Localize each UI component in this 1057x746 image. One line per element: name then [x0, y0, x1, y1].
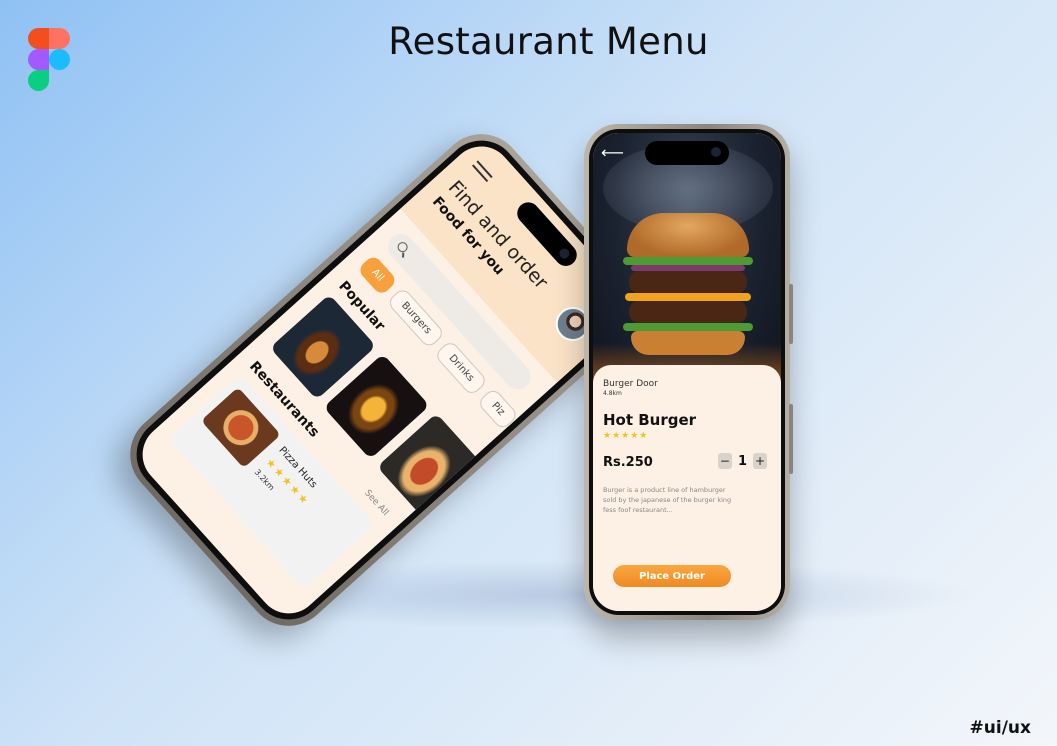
- item-rating: ★★★★★: [603, 431, 649, 441]
- quantity-stepper: − 1 +: [717, 453, 767, 469]
- camera-icon: [557, 246, 572, 261]
- camera-icon: [711, 147, 721, 157]
- burger-illustration: [623, 213, 753, 355]
- increment-button[interactable]: +: [753, 453, 767, 469]
- store-distance: 4.8km: [603, 390, 622, 397]
- quantity-value: 1: [737, 453, 747, 469]
- phone-mockup-right: ⟵ Burger Door 4.8km Hot Burger ★★★★★ Rs.…: [584, 124, 793, 620]
- hero-image: [593, 133, 781, 383]
- power-button: [789, 284, 793, 344]
- item-description: Burger is a product line of hamburger so…: [603, 486, 732, 514]
- store-name: Burger Door: [603, 379, 658, 389]
- restaurant-image: [200, 387, 281, 469]
- decrement-button[interactable]: −: [717, 453, 732, 469]
- dynamic-island: [645, 141, 729, 165]
- place-order-button[interactable]: Place Order: [613, 565, 731, 587]
- search-icon: [395, 240, 410, 255]
- item-detail-card: Burger Door 4.8km Hot Burger ★★★★★ Rs.25…: [593, 365, 781, 611]
- chip-all[interactable]: All: [356, 254, 399, 297]
- item-title: Hot Burger: [603, 411, 697, 429]
- see-all-link[interactable]: See All: [362, 488, 390, 518]
- item-price: Rs.250: [603, 455, 653, 470]
- page-title: Restaurant Menu: [388, 20, 709, 63]
- phone-screen-detail: ⟵ Burger Door 4.8km Hot Burger ★★★★★ Rs.…: [593, 133, 781, 611]
- side-button: [789, 404, 793, 474]
- back-arrow-icon[interactable]: ⟵: [601, 143, 624, 162]
- hashtag-label: #ui/ux: [969, 718, 1031, 738]
